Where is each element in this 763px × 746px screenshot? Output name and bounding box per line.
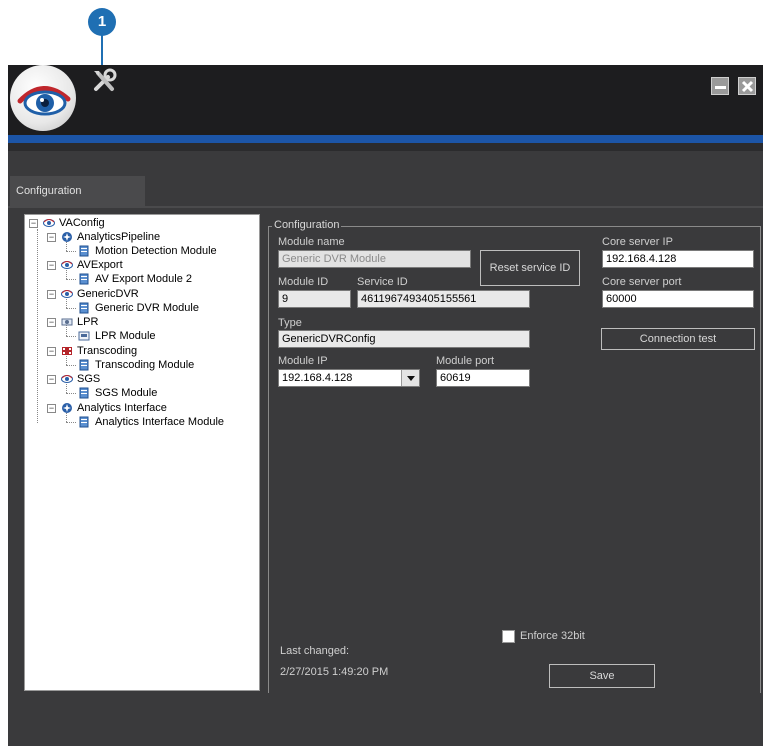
app-logo-icon[interactable]: [10, 65, 76, 131]
module-ip-label: Module IP: [278, 355, 328, 367]
title-bar: [8, 65, 763, 135]
close-button[interactable]: [738, 77, 756, 95]
enforce-32bit-checkbox[interactable]: [502, 630, 515, 643]
chevron-down-icon[interactable]: [401, 370, 419, 386]
tree-connector: [37, 229, 38, 423]
sub-strip: [8, 143, 763, 151]
core-server-port-field[interactable]: 60000: [602, 290, 754, 308]
tab-strip: [8, 206, 763, 208]
film-icon: [62, 347, 72, 355]
enforce-32bit-label: Enforce 32bit: [520, 630, 585, 642]
module-ip-value: 192.168.4.128: [282, 372, 353, 384]
eye-icon: [61, 261, 73, 269]
eye-icon: [61, 375, 73, 383]
module-ip-dropdown[interactable]: 192.168.4.128: [278, 369, 420, 387]
module-tree: − VAConfig − AnalyticsPipeline Motion De…: [24, 214, 260, 691]
app-window: Configuration − VAConfig − AnalyticsPipe…: [8, 65, 763, 746]
reset-service-id-button[interactable]: Reset service ID: [480, 250, 580, 286]
tools-icon[interactable]: [90, 67, 118, 95]
core-server-port-label: Core server port: [602, 276, 682, 288]
eye-icon: [61, 290, 73, 298]
analytics-icon: [62, 232, 72, 242]
module-icon: [79, 359, 89, 371]
module-id-label: Module ID: [278, 276, 329, 288]
type-label: Type: [278, 317, 302, 329]
module-icon: [79, 387, 89, 399]
tab-configuration[interactable]: Configuration: [10, 176, 145, 206]
last-changed-label: Last changed:: [280, 645, 350, 657]
bottom-bar: [8, 693, 763, 746]
module-id-field[interactable]: 9: [278, 290, 351, 308]
last-changed-value: 2/27/2015 1:49:20 PM: [280, 666, 389, 678]
analytics-icon: [62, 403, 72, 413]
module-icon: [79, 302, 89, 314]
module-name-label: Module name: [278, 236, 345, 248]
core-server-ip-label: Core server IP: [602, 236, 673, 248]
service-id-label: Service ID: [357, 276, 408, 288]
module-icon: [79, 273, 89, 285]
eye-icon: [43, 219, 55, 227]
module-icon: [79, 245, 89, 257]
accent-strip: [8, 135, 763, 143]
module-name-field[interactable]: Generic DVR Module: [278, 250, 471, 268]
save-button[interactable]: Save: [549, 664, 655, 688]
module-icon: [79, 416, 89, 428]
callout-marker: 1: [88, 8, 116, 36]
service-id-field[interactable]: 4611967493405155561: [357, 290, 530, 308]
minimize-button[interactable]: [711, 77, 729, 95]
lpr-module-icon: [78, 331, 90, 341]
module-port-field[interactable]: 60619: [436, 369, 530, 387]
core-server-ip-field[interactable]: 192.168.4.128: [602, 250, 754, 268]
type-field[interactable]: GenericDVRConfig: [278, 330, 530, 348]
module-port-label: Module port: [436, 355, 495, 367]
plate-icon: [61, 318, 73, 326]
connection-test-button[interactable]: Connection test: [601, 328, 755, 350]
configuration-legend: Configuration: [272, 219, 342, 231]
